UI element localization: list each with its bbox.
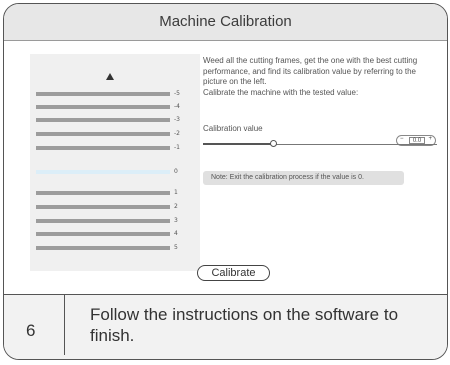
instructions-text: Weed all the cutting frames, get the one… <box>203 56 439 98</box>
note-banner: Note: Exit the calibration process if th… <box>203 171 404 185</box>
preview-label: 4 <box>174 230 178 237</box>
calibration-value-label: Calibration value <box>203 124 263 133</box>
preview-bar <box>36 232 170 236</box>
preview-label: 3 <box>174 217 178 224</box>
preview-label: -2 <box>174 130 180 137</box>
preview-bar <box>36 219 170 223</box>
step-text: Follow the instructions on the software … <box>90 305 399 345</box>
preview-label: 5 <box>174 244 178 251</box>
calibration-preview: -5 -4 -3 -2 -1 0 1 2 3 4 5 <box>30 54 200 271</box>
step-instruction: 6 Follow the instructions on the softwar… <box>4 294 447 359</box>
instructions-line: Calibrate the machine with the tested va… <box>203 87 359 97</box>
preview-bar <box>36 92 170 96</box>
calibration-slider-fill <box>203 143 273 145</box>
preview-bar <box>36 205 170 209</box>
preview-bar <box>36 191 170 195</box>
preview-label: 0 <box>174 168 178 175</box>
preview-label: 2 <box>174 203 178 210</box>
increment-button[interactable]: + <box>428 136 432 142</box>
calibration-slider-thumb[interactable] <box>270 140 277 147</box>
preview-bar-zero <box>36 170 170 174</box>
title-bar: Machine Calibration <box>4 4 447 41</box>
preview-bar <box>36 246 170 250</box>
preview-bar <box>36 105 170 109</box>
calibration-window: Machine Calibration -5 -4 -3 -2 -1 0 1 2… <box>4 4 447 294</box>
frame: Machine Calibration -5 -4 -3 -2 -1 0 1 2… <box>3 3 448 360</box>
preview-bar <box>36 146 170 150</box>
step-number: 6 <box>26 321 36 340</box>
instructions-line: Weed all the cutting frames, get the one… <box>203 56 418 86</box>
calibrate-button[interactable]: Calibrate <box>197 265 270 281</box>
preview-label: -3 <box>174 116 180 123</box>
preview-label: -5 <box>174 90 180 97</box>
preview-label: -4 <box>174 103 180 110</box>
window-title: Machine Calibration <box>159 13 292 30</box>
calibration-value-input[interactable]: 0.0 <box>409 137 425 144</box>
decrement-button[interactable]: − <box>400 136 404 142</box>
preview-bar <box>36 132 170 136</box>
preview-bar <box>36 118 170 122</box>
arrow-up-icon <box>106 73 114 80</box>
preview-label: -1 <box>174 144 180 151</box>
preview-label: 1 <box>174 189 178 196</box>
step-divider <box>64 295 65 355</box>
